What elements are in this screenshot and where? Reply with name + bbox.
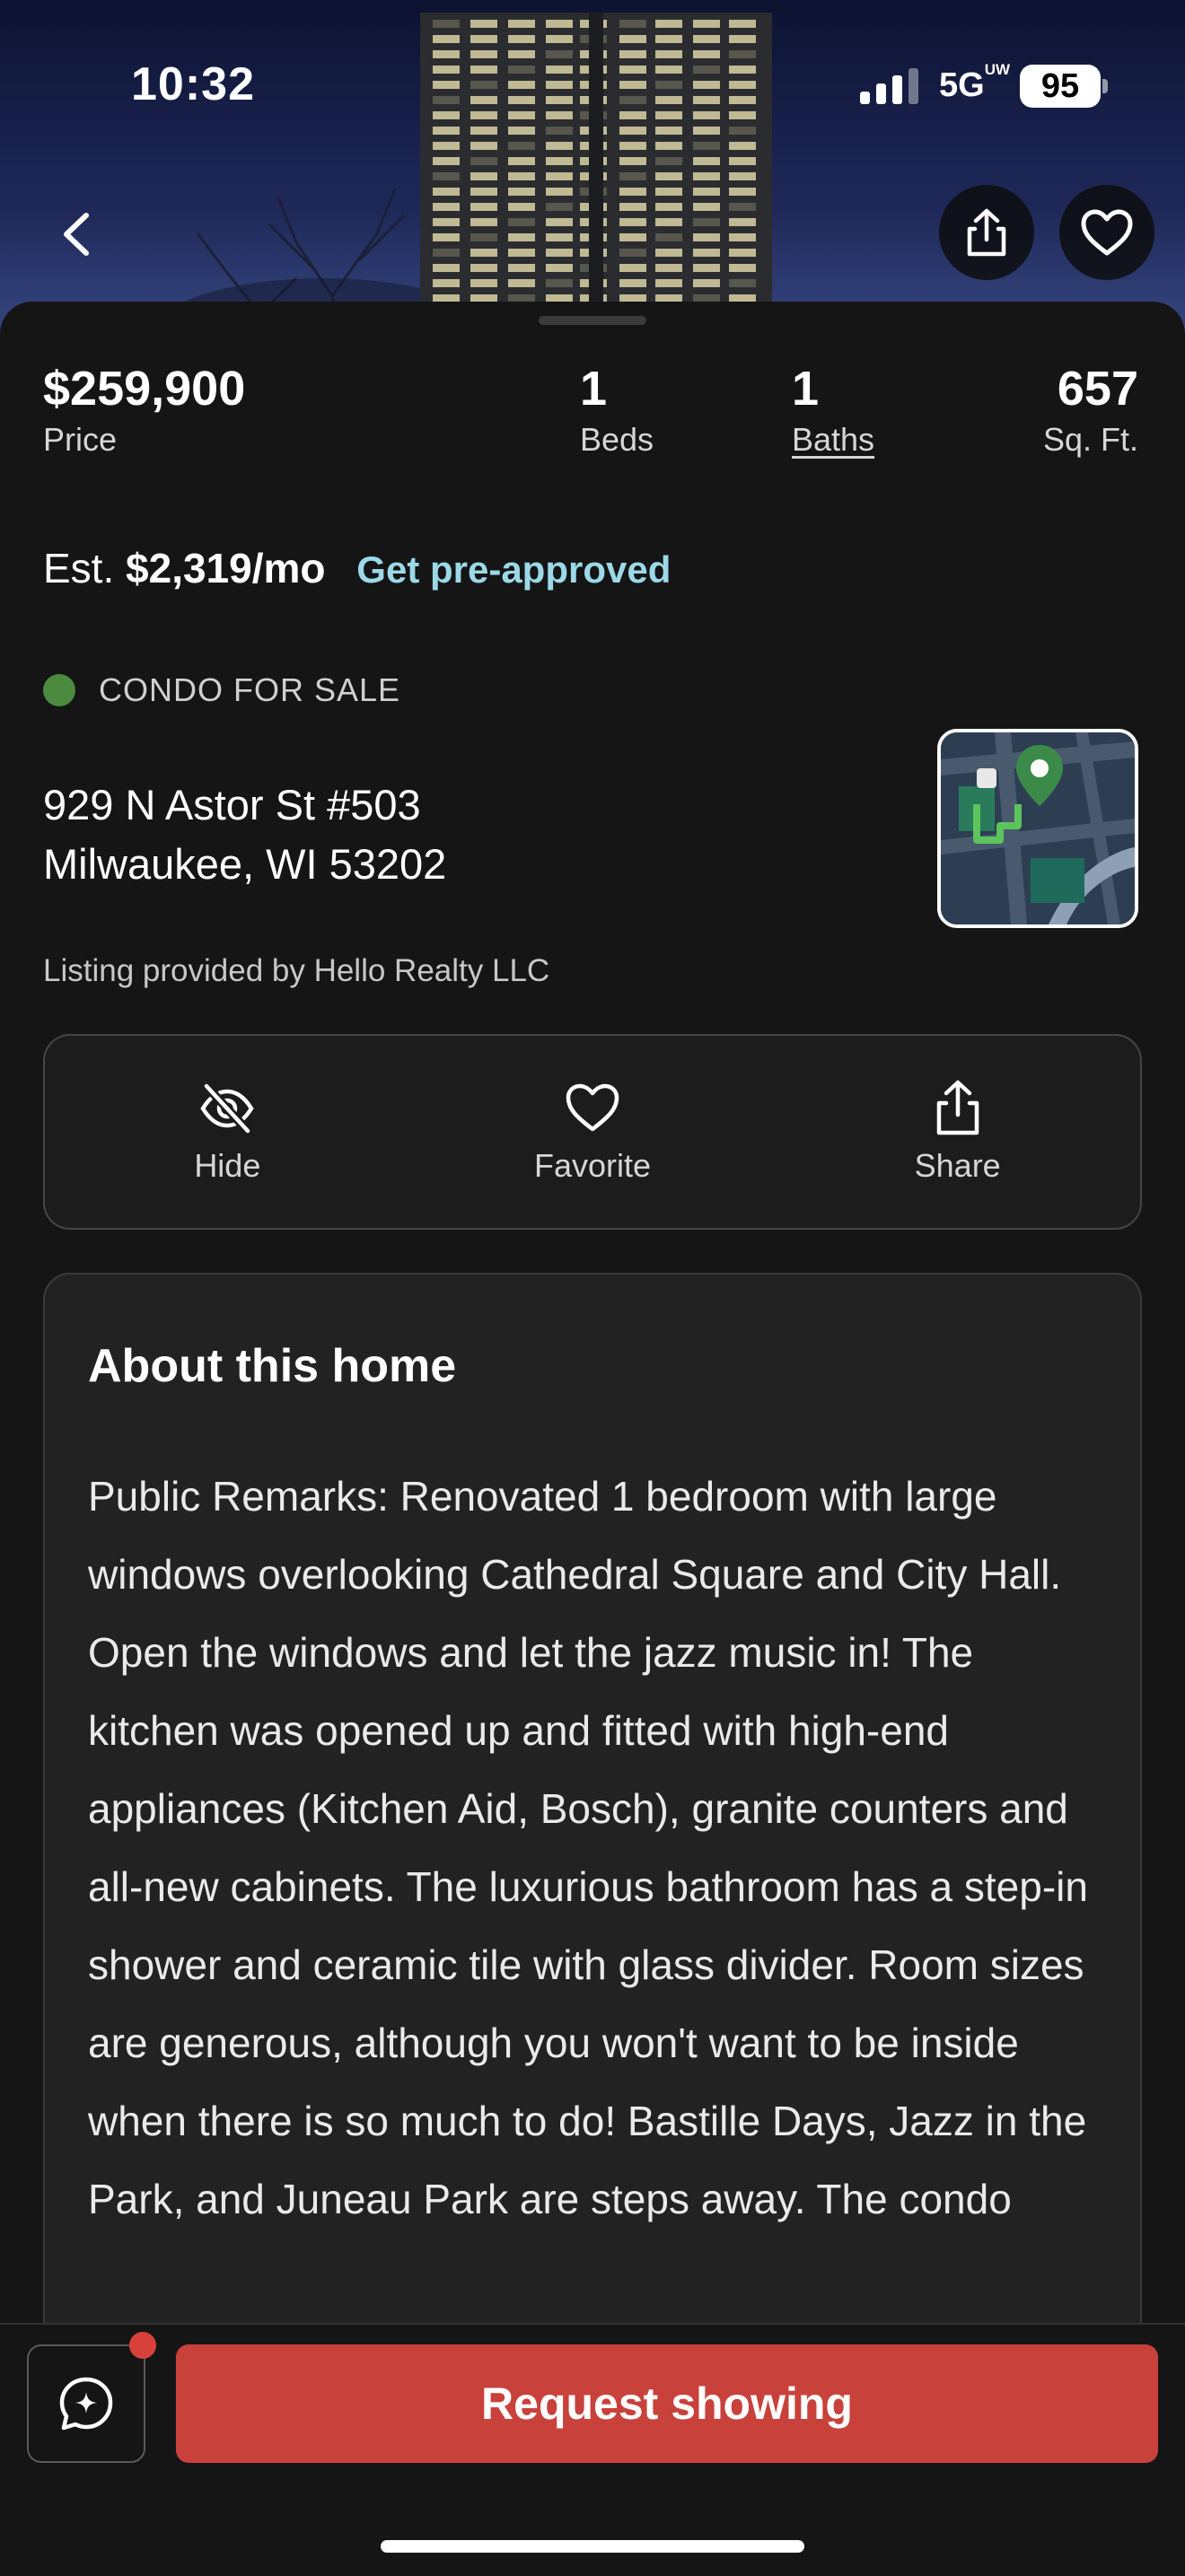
address: 929 N Astor St #503 Milwaukee, WI 53202 — [43, 775, 446, 894]
network-indicator: 5GUW — [939, 61, 1011, 104]
status-text: CONDO FOR SALE — [99, 671, 401, 708]
heart-outline-icon — [566, 1083, 619, 1132]
price-value: $259,900 — [43, 362, 246, 416]
battery-icon: 95 — [1020, 65, 1101, 108]
map-image — [941, 732, 1135, 924]
home-indicator[interactable] — [381, 2540, 804, 2553]
baths-value: 1 — [792, 362, 820, 416]
hide-label: Hide — [194, 1147, 261, 1184]
address-line1: 929 N Astor St #503 — [43, 781, 421, 828]
favorite-action-button[interactable]: Favorite — [410, 1036, 776, 1228]
sqft-label: Sq. Ft. — [1042, 421, 1138, 459]
estimate-amount: $2,319/mo — [126, 545, 326, 591]
bottom-action-bar: Request showing — [0, 2323, 1185, 2576]
hide-button[interactable]: Hide — [45, 1036, 410, 1228]
heart-outline-icon — [1081, 209, 1133, 256]
about-card: About this home Public Remarks: Renovate… — [43, 1273, 1142, 2440]
address-line2: Milwaukee, WI 53202 — [43, 840, 447, 888]
about-title: About this home — [88, 1340, 457, 1392]
sqft-stat: 657 Sq. Ft. — [1042, 362, 1138, 459]
favorite-label: Favorite — [533, 1147, 652, 1184]
share-label: Share — [914, 1147, 1001, 1184]
beds-label: Beds — [580, 421, 654, 459]
action-bar: Hide Favorite Share — [43, 1034, 1142, 1230]
chat-button[interactable] — [27, 2344, 145, 2463]
share-button[interactable] — [939, 185, 1034, 280]
baths-label[interactable]: Baths — [792, 421, 874, 459]
about-description: Public Remarks: Renovated 1 bedroom with… — [88, 1473, 1088, 2222]
favorite-button[interactable] — [1059, 185, 1154, 280]
monthly-estimate: Est. $2,319/mo Get pre-approved — [43, 544, 671, 592]
get-preapproved-link[interactable]: Get pre-approved — [356, 548, 671, 591]
details-sheet: $259,900 Price 1 Beds 1 Baths 657 Sq. Ft… — [0, 302, 1185, 2574]
share-icon — [967, 208, 1006, 257]
signal-icon — [860, 68, 918, 104]
status-dot-icon — [43, 674, 75, 706]
eye-off-icon — [200, 1082, 254, 1135]
request-showing-button[interactable]: Request showing — [176, 2344, 1158, 2463]
sqft-value: 657 — [1057, 362, 1138, 416]
estimate-prefix: Est. — [43, 545, 115, 591]
map-thumbnail[interactable] — [937, 729, 1138, 928]
chat-sparkle-icon — [59, 2377, 113, 2431]
share-action-button[interactable]: Share — [775, 1036, 1140, 1228]
back-button[interactable] — [54, 203, 99, 266]
share-icon — [936, 1080, 979, 1135]
battery-cap — [1102, 79, 1108, 93]
status-time: 10:32 — [131, 58, 255, 110]
listing-provider: Listing provided by Hello Realty LLC — [43, 953, 550, 988]
notification-dot — [129, 2332, 156, 2359]
beds-stat: 1 Beds — [580, 362, 654, 459]
price-stat: $259,900 Price — [43, 362, 246, 459]
sheet-grabber[interactable] — [539, 316, 646, 325]
listing-status: CONDO FOR SALE — [43, 671, 400, 709]
baths-stat[interactable]: 1 Baths — [792, 362, 874, 459]
price-label: Price — [43, 421, 118, 459]
beds-value: 1 — [580, 362, 608, 416]
